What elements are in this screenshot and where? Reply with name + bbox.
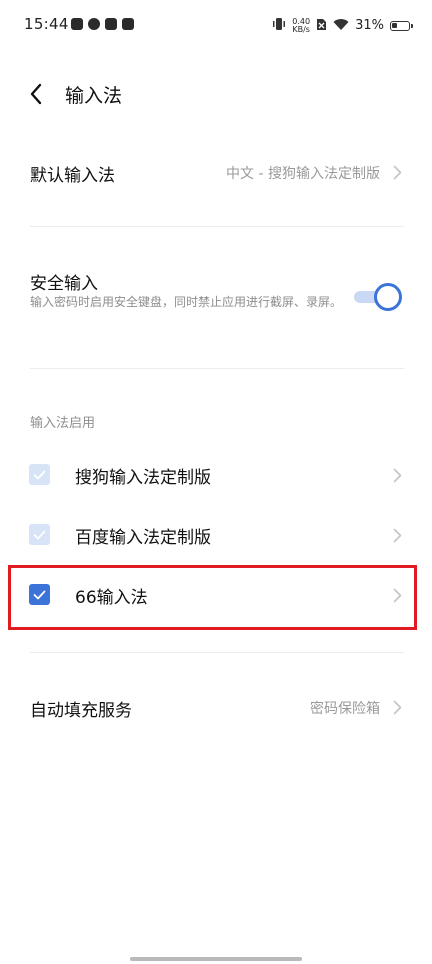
chevron-right-icon (390, 698, 404, 716)
status-time: 15:44 (24, 15, 69, 33)
secure-input-label: 安全输入 (30, 274, 98, 294)
ime-checkbox-sogou[interactable] (29, 464, 50, 485)
default-ime-row[interactable]: 默认输入法 中文 - 搜狗输入法定制版 (0, 140, 432, 204)
ime-label-66: 66输入法 (75, 588, 148, 608)
vibrate-icon (272, 16, 286, 35)
default-ime-value: 中文 - 搜狗输入法定制版 (226, 166, 380, 182)
back-arrow-icon (30, 83, 42, 105)
sync-notification-icon (88, 18, 100, 30)
network-speed-unit: KB/s (292, 24, 310, 34)
chevron-right-icon (390, 526, 404, 544)
network-speed: 0.40 KB/s (292, 17, 310, 34)
chevron-right-icon (390, 586, 404, 604)
divider (30, 226, 404, 227)
default-ime-label: 默认输入法 (30, 166, 115, 186)
system-status-icons: 0.40 KB/s 31% (272, 16, 413, 35)
app-notification-icon (71, 18, 83, 30)
secure-input-toggle[interactable] (354, 283, 402, 311)
wifi-icon (333, 16, 349, 35)
status-bar: 15:44 0.40 KB/s 31% (0, 0, 432, 50)
divider (30, 368, 404, 369)
battery-icon (390, 20, 413, 31)
page-title: 输入法 (65, 85, 123, 107)
ime-checkbox-66[interactable] (29, 584, 50, 605)
message-notification-icon (105, 18, 117, 30)
secure-input-description: 输入密码时启用安全键盘，同时禁止应用进行截屏、录屏。 (30, 295, 343, 309)
ime-checkbox-baidu[interactable] (29, 524, 50, 545)
autofill-value: 密码保险箱 (310, 701, 380, 717)
checkmark-icon (33, 530, 46, 539)
chevron-right-icon (390, 466, 404, 484)
page-header: 输入法 (0, 70, 432, 118)
back-button[interactable] (22, 80, 50, 108)
chevron-right-icon (390, 163, 404, 181)
ime-label-baidu: 百度输入法定制版 (75, 528, 211, 548)
ime-label-sogou: 搜狗输入法定制版 (75, 468, 211, 488)
autofill-label: 自动填充服务 (30, 701, 132, 721)
ime-item-baidu[interactable]: 百度输入法定制版 (0, 506, 432, 564)
ime-item-sogou[interactable]: 搜狗输入法定制版 (0, 446, 432, 504)
home-indicator[interactable] (130, 957, 302, 961)
no-sim-icon (316, 16, 327, 35)
notification-icons (71, 18, 134, 30)
tiktok-notification-icon (122, 18, 134, 30)
toggle-thumb (374, 283, 402, 311)
divider (30, 652, 404, 653)
ime-section-header: 输入法启用 (30, 416, 96, 431)
checkmark-icon (33, 470, 46, 479)
autofill-service-row[interactable]: 自动填充服务 密码保险箱 (0, 676, 432, 740)
checkmark-icon (33, 590, 46, 599)
battery-percentage: 31% (355, 18, 384, 33)
ime-item-66[interactable]: 66输入法 (0, 566, 432, 626)
